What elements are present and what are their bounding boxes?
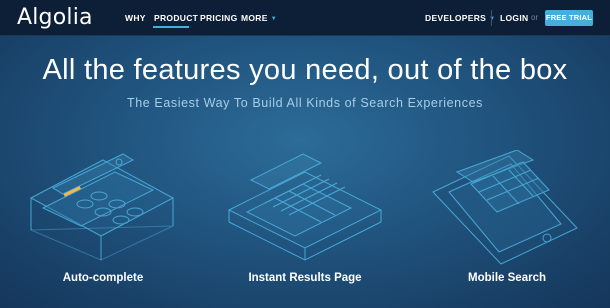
free-trial-button[interactable]: FREE TRIAL bbox=[545, 10, 593, 26]
nav-login[interactable]: LOGIN bbox=[500, 13, 528, 23]
nav-product[interactable]: PRODUCT bbox=[154, 13, 198, 23]
feature-instant-results-label: Instant Results Page bbox=[248, 272, 362, 284]
autocomplete-illustration bbox=[29, 153, 175, 261]
nav-pricing-label: PRICING bbox=[200, 13, 238, 23]
feature-instant-results: Instant Results Page bbox=[225, 150, 385, 300]
top-navbar: Algolia WHY PRODUCT PRICING MORE ▼ DEVELO… bbox=[0, 0, 610, 36]
nav-why-label: WHY bbox=[125, 13, 146, 23]
feature-autocomplete-label: Auto-complete bbox=[62, 272, 144, 284]
mobile-illustration bbox=[432, 150, 578, 265]
page: Algolia WHY PRODUCT PRICING MORE ▼ DEVELO… bbox=[0, 0, 610, 308]
chevron-down-icon: ▼ bbox=[270, 16, 277, 22]
feature-mobile-search: Mobile Search bbox=[427, 150, 587, 300]
logo-text: Algolia bbox=[17, 5, 93, 30]
nav-divider bbox=[491, 10, 492, 26]
nav-developers[interactable]: DEVELOPERS ▼ bbox=[425, 13, 495, 23]
nav-more[interactable]: MORE ▼ bbox=[241, 13, 277, 23]
feature-mobile-search-label: Mobile Search bbox=[468, 272, 546, 284]
hero-subtitle: The Easiest Way To Build All Kinds of Se… bbox=[127, 96, 483, 110]
nav-login-label: LOGIN bbox=[500, 13, 529, 23]
feature-autocomplete: Auto-complete bbox=[23, 150, 183, 300]
nav-product-label: PRODUCT bbox=[154, 13, 199, 23]
nav-why[interactable]: WHY bbox=[125, 13, 146, 23]
nav-pricing[interactable]: PRICING bbox=[200, 13, 238, 23]
nav-more-label: MORE bbox=[241, 13, 268, 23]
nav-or-text: or bbox=[531, 13, 539, 22]
algolia-logo[interactable]: Algolia bbox=[17, 5, 93, 30]
active-nav-indicator bbox=[153, 26, 189, 28]
results-page-illustration bbox=[227, 153, 383, 261]
nav-developers-label: DEVELOPERS bbox=[425, 13, 487, 23]
hero-title: All the features you need, out of the bo… bbox=[42, 54, 568, 86]
